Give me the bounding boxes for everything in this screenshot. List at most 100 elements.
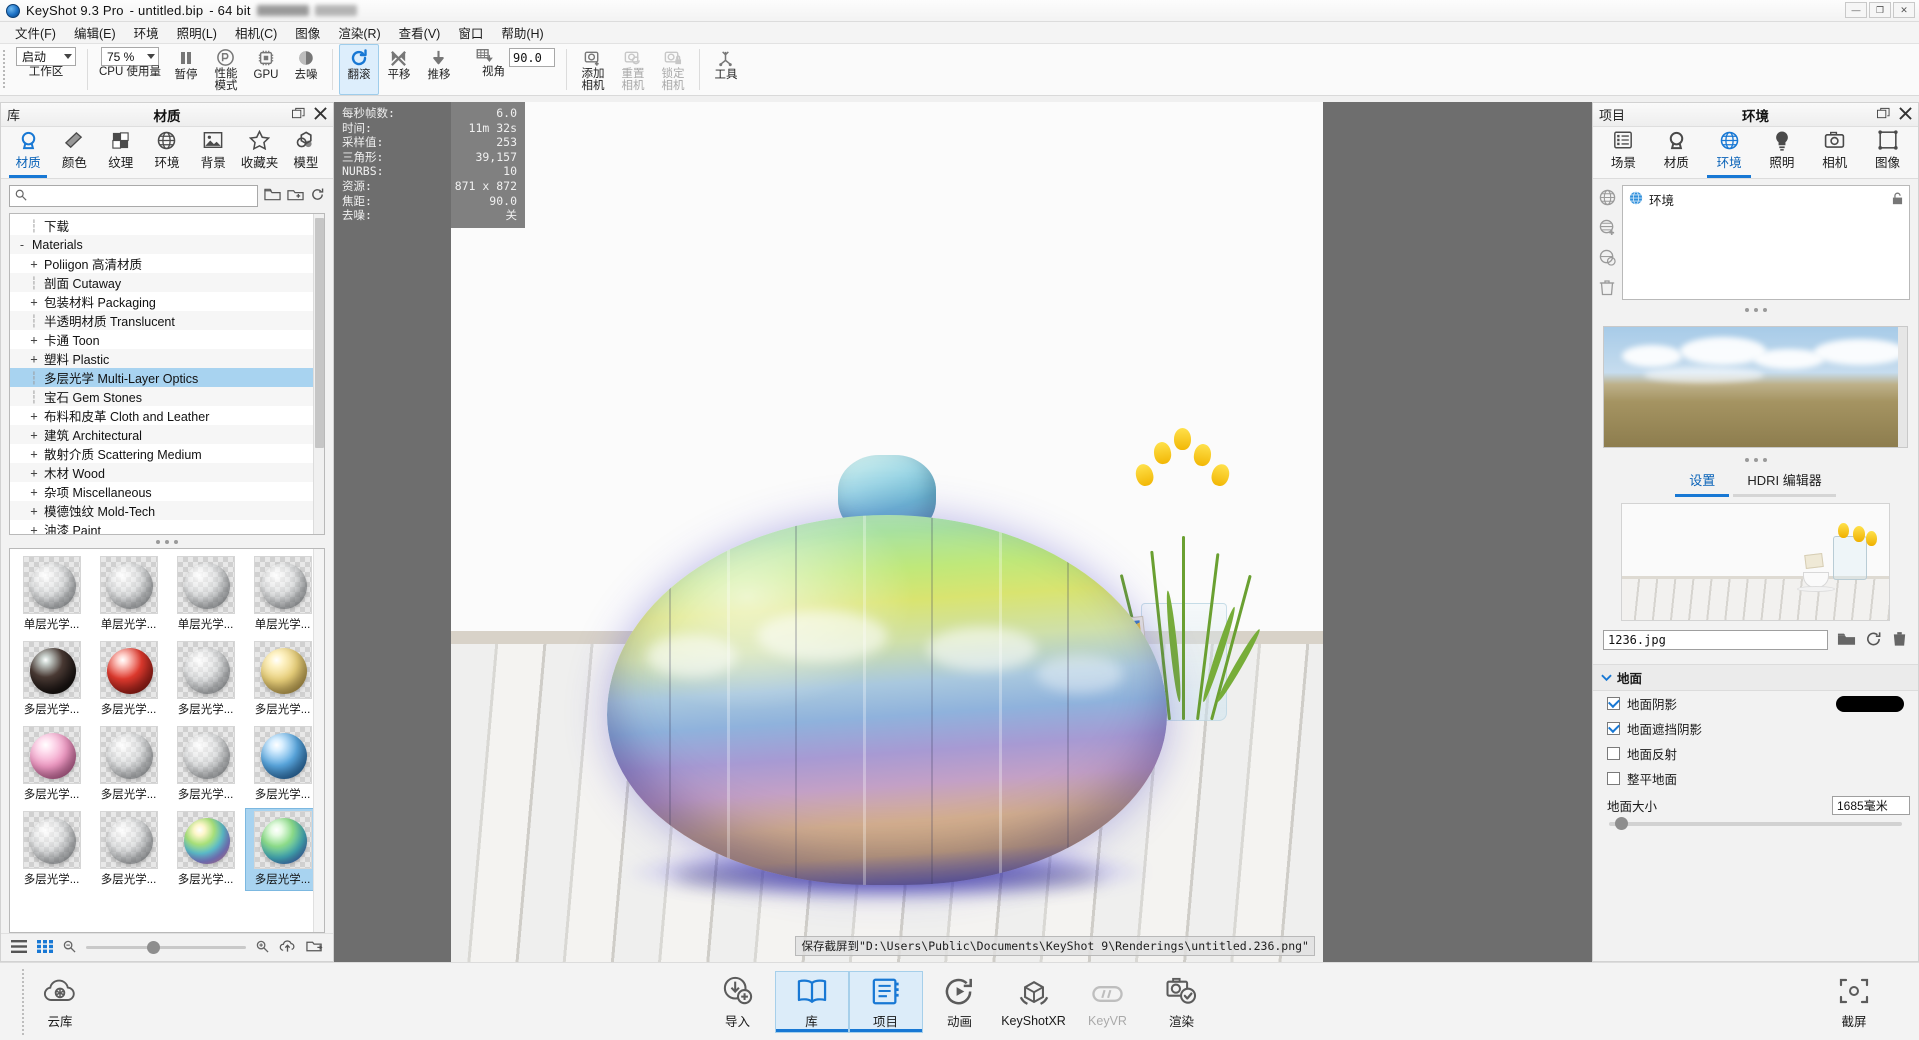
tree-node[interactable]: ┆ 半透明材质 Translucent [10, 311, 324, 330]
dock-item-project[interactable]: 项目 [848, 971, 923, 1033]
tab-star[interactable]: 收藏夹 [236, 127, 282, 178]
thumbnail-size-slider[interactable] [86, 941, 246, 954]
dolly-button[interactable]: 推移 [419, 44, 459, 95]
zoom-out-icon[interactable] [63, 940, 76, 956]
render-canvas[interactable]: 保存截屏到"D:\Users\Public\Documents\KeyShot … [451, 102, 1323, 962]
slider-knob[interactable] [146, 941, 160, 954]
dock-item-library[interactable]: 库 [774, 971, 849, 1033]
tree-node[interactable]: + 油漆 Paint [10, 520, 324, 535]
material-thumbnail[interactable]: 单层光学... [168, 553, 243, 636]
material-thumbnail[interactable]: 多层光学... [91, 808, 166, 891]
lock-camera-button[interactable]: 锁定 相机 [653, 44, 693, 95]
menu-lighting[interactable]: 照明(L) [168, 21, 226, 44]
render-viewport[interactable]: 保存截屏到"D:\Users\Public\Documents\KeyShot … [334, 102, 1592, 962]
tree-node[interactable]: - Materials [10, 235, 324, 254]
fov-input[interactable] [508, 48, 555, 67]
tab-material[interactable]: 材质 [1650, 127, 1703, 178]
material-thumbnail[interactable]: 多层光学... [245, 808, 320, 891]
dock-item-keyshotxr[interactable]: KeyShotXR [997, 971, 1071, 1033]
gpu-button[interactable]: GPU [246, 44, 286, 95]
refresh-icon[interactable] [1865, 631, 1882, 650]
tree-node[interactable]: ┆ 多层光学 Multi-Layer Optics [10, 368, 324, 387]
tab-scene[interactable]: 场景 [1597, 127, 1650, 178]
grid-scrollbar[interactable] [313, 549, 324, 932]
material-thumbnail[interactable]: 多层光学... [14, 723, 89, 806]
expand-icon[interactable]: + [28, 352, 40, 366]
search-input[interactable] [32, 189, 252, 203]
hdri-splitter-handle[interactable] [1593, 448, 1918, 466]
dock-item-import[interactable]: 导入 [701, 971, 775, 1033]
environment-list[interactable]: 环境 [1622, 185, 1910, 300]
menu-help[interactable]: 帮助(H) [492, 21, 552, 44]
pause-button[interactable]: 暂停 [166, 44, 206, 95]
tab-camera[interactable]: 相机 [1808, 127, 1861, 178]
material-thumbnail[interactable]: 多层光学... [91, 723, 166, 806]
tree-node[interactable]: + 散射介质 Scattering Medium [10, 444, 324, 463]
tree-scrollbar[interactable] [313, 214, 324, 534]
tab-backplate[interactable]: 背景 [190, 127, 236, 178]
collapse-icon[interactable]: - [16, 238, 28, 252]
add-camera-button[interactable]: 添加 相机 [573, 44, 613, 95]
environment-icon[interactable] [1599, 189, 1616, 209]
grid-view-icon[interactable] [37, 939, 53, 956]
environment-splitter-handle[interactable] [1593, 300, 1918, 316]
menu-edit[interactable]: 编辑(E) [65, 21, 125, 44]
open-folder-icon[interactable] [264, 187, 281, 205]
expand-icon[interactable]: + [28, 504, 40, 518]
menu-environment[interactable]: 环境 [125, 21, 168, 44]
material-thumbnail[interactable]: 多层光学... [14, 808, 89, 891]
menu-view[interactable]: 查看(V) [390, 21, 450, 44]
pan-button[interactable]: 平移 [379, 44, 419, 95]
leaf-icon[interactable]: ┆ [28, 371, 40, 385]
ground-option-row[interactable]: 地面遮挡阴影 [1593, 716, 1918, 741]
material-thumbnail[interactable]: 单层光学... [245, 553, 320, 636]
leaf-icon[interactable]: ┆ [28, 390, 40, 404]
library-splitter-handle[interactable] [1, 535, 333, 548]
expand-icon[interactable]: + [28, 333, 40, 347]
material-thumbnail[interactable]: 多层光学... [14, 638, 89, 721]
list-view-icon[interactable] [11, 939, 27, 956]
ground-option-row[interactable]: 地面阴影 [1593, 691, 1918, 716]
expand-icon[interactable]: + [28, 295, 40, 309]
ground-section-header[interactable]: 地面 [1593, 664, 1918, 691]
environment-settings-preview[interactable] [1621, 503, 1890, 621]
tree-node[interactable]: + 塑料 Plastic [10, 349, 324, 368]
duplicate-environment-icon[interactable] [1599, 249, 1616, 269]
tree-node[interactable]: + 包装材料 Packaging [10, 292, 324, 311]
dock-item-animation[interactable]: 动画 [923, 971, 997, 1033]
tree-node[interactable]: + 杂项 Miscellaneous [10, 482, 324, 501]
expand-icon[interactable]: + [28, 428, 40, 442]
tree-node[interactable]: + 模德蚀纹 Mold-Tech [10, 501, 324, 520]
tab-environment[interactable]: 环境 [1703, 127, 1756, 178]
scene-pumpkin-model[interactable] [607, 454, 1167, 899]
menu-camera[interactable]: 相机(C) [226, 21, 286, 44]
material-thumbnail[interactable]: 多层光学... [91, 638, 166, 721]
material-thumbnail[interactable]: 多层光学... [168, 638, 243, 721]
hdri-preview[interactable] [1603, 326, 1908, 448]
ground-option-row[interactable]: 整平地面 [1593, 766, 1918, 791]
checkbox[interactable] [1607, 722, 1620, 735]
add-folder-icon[interactable] [287, 187, 304, 205]
leaf-icon[interactable]: ┆ [28, 314, 40, 328]
subtab-settings[interactable]: 设置 [1675, 466, 1730, 497]
tools-button[interactable]: 工具 [706, 44, 746, 95]
add-environment-icon[interactable] [1599, 219, 1616, 239]
tab-material[interactable]: 材质 [5, 127, 51, 178]
tumble-button[interactable]: 翻滚 [338, 44, 379, 95]
subtab-hdri-editor[interactable]: HDRI 编辑器 [1733, 466, 1836, 497]
maximize-button[interactable]: ❐ [1869, 2, 1891, 18]
denoise-button[interactable]: 去噪 [286, 44, 326, 95]
close-icon[interactable] [314, 106, 327, 123]
search-box[interactable] [9, 185, 258, 207]
open-folder-icon[interactable] [1837, 631, 1856, 650]
expand-icon[interactable]: + [28, 409, 40, 423]
cloud-upload-icon[interactable] [279, 939, 296, 956]
screenshot-button[interactable]: 截屏 [1817, 963, 1891, 1040]
ground-option-row[interactable]: 地面反射 [1593, 741, 1918, 766]
tree-node[interactable]: ┆ 宝石 Gem Stones [10, 387, 324, 406]
tree-node[interactable]: + 卡通 Toon [10, 330, 324, 349]
cpu-usage-selector[interactable]: 75 % CPU 使用量 [94, 44, 166, 95]
close-button[interactable]: ✕ [1893, 2, 1915, 18]
shadow-color-swatch[interactable] [1836, 695, 1904, 712]
fov-control[interactable]: 视角 [459, 44, 560, 95]
